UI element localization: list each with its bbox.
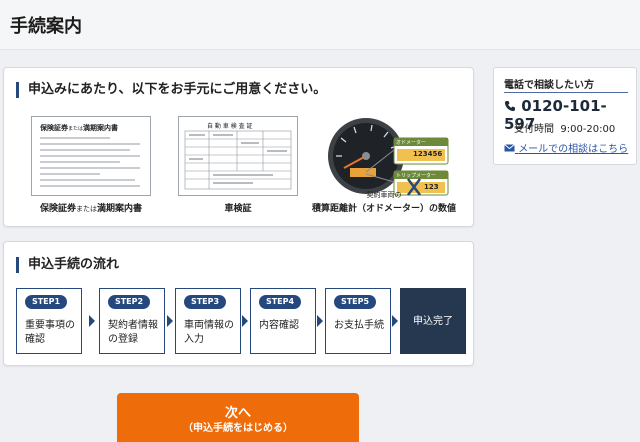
step-5-label: お支払手続 — [334, 320, 384, 331]
vehicle-inspection-certificate-image: 自 動 車 検 査 証 — [178, 116, 298, 196]
business-hours: 受付時間 9:00-20:00 — [514, 120, 615, 135]
preparation-title: 申込みにあたり、以下をお手元にご用意ください。 — [16, 82, 326, 98]
step-complete-label: 申込完了 — [413, 316, 453, 327]
mail-icon — [504, 144, 515, 152]
preparation-panel: 申込みにあたり、以下をお手元にご用意ください。 保険証券または満期案内書 保険証… — [3, 67, 474, 227]
hours-value: 9:00-20:00 — [560, 124, 616, 135]
arrow-icon — [242, 315, 248, 327]
page-header: 手続案内 — [0, 0, 640, 50]
step-1-label: 重要事項の 確認 — [25, 320, 75, 345]
mail-consultation-link[interactable]: メールでの相談はこちら — [504, 140, 628, 155]
step-4-label: 内容確認 — [259, 320, 299, 331]
contact-sidebar: 電話で相談したい方 0120-101-597 受付時間 9:00-20:00 メ… — [493, 67, 637, 165]
step-2-badge: STEP2 — [108, 295, 150, 309]
step-5-badge: STEP5 — [334, 295, 376, 309]
odometer-caption-top: 契約車両の — [366, 191, 402, 199]
step-1: STEP1 重要事項の 確認 — [16, 288, 82, 354]
vehicle-inspection-grid — [184, 130, 292, 190]
odometer-value: 123456 — [413, 150, 443, 158]
arrow-icon — [167, 315, 173, 327]
tripmeter-label: トリップメーター — [396, 173, 437, 179]
step-3-label: 車両情報の 入力 — [184, 320, 234, 345]
arrow-icon — [89, 315, 95, 327]
vehicle-inspection-caption: 車検証 — [224, 204, 252, 214]
contact-title: 電話で相談したい方 — [504, 80, 594, 91]
next-button[interactable]: 次へ （申込手続をはじめる） — [117, 393, 359, 442]
insurance-certificate-image: 保険証券または満期案内書 — [31, 116, 151, 196]
step-complete: 申込完了 — [400, 288, 466, 354]
application-flow-panel: 申込手続の流れ STEP1 重要事項の 確認 STEP2 契約者情報 の登録 STE… — [3, 241, 474, 366]
insurance-certificate-figure-title: 保険証券または満期案内書 — [40, 124, 119, 132]
step-4: STEP4 内容確認 — [250, 288, 316, 354]
step-3: STEP3 車両情報の 入力 — [175, 288, 241, 354]
hours-label: 受付時間 — [514, 124, 554, 135]
arrow-icon — [392, 315, 398, 327]
page-title: 手続案内 — [10, 16, 82, 37]
step-2-label: 契約者情報 の登録 — [108, 320, 158, 345]
step-4-badge: STEP4 — [259, 295, 301, 309]
step-1-badge: STEP1 — [25, 295, 67, 309]
step-5: STEP5 お支払手続 — [325, 288, 391, 354]
contact-divider — [504, 92, 628, 93]
phone-icon — [505, 101, 515, 111]
step-3-badge: STEP3 — [184, 295, 226, 309]
next-button-sublabel: （申込手続をはじめる） — [183, 423, 293, 434]
flow-title: 申込手続の流れ — [16, 257, 119, 273]
mail-link-text: メールでの相談はこちら — [518, 144, 629, 155]
step-2: STEP2 契約者情報 の登録 — [99, 288, 165, 354]
odometer-label: オドメーター — [396, 140, 427, 146]
odometer-caption: 積算距離計（オドメーター）の数値 — [311, 204, 456, 214]
insurance-certificate-caption: 保険証券または満期案内書 — [39, 204, 143, 214]
arrow-icon — [317, 315, 323, 327]
